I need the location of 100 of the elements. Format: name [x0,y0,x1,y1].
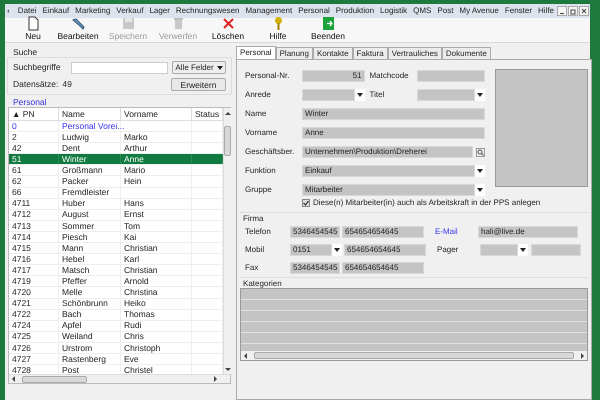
toolbar-button[interactable]: Hilfe [253,16,303,42]
table-row[interactable]: 2 Ludwig Marko [9,132,224,144]
table-row[interactable]: 66 Fremdleister [9,188,224,199]
area-code-field[interactable]: 5346454545 [290,226,340,238]
dropdown-arrow-icon [477,93,484,97]
menu-item[interactable]: Datei [14,5,40,17]
table-cell: 4727 [12,352,31,366]
email-link[interactable]: E-Mail [435,226,475,238]
table-row[interactable]: 4716 Hebel Karl [9,254,224,266]
restore-button[interactable] [568,6,578,16]
minimize-button[interactable] [557,6,567,16]
vertical-scrollbar[interactable] [223,108,232,374]
horizontal-scrollbar[interactable] [9,374,230,383]
table-row[interactable]: 0 Personal Vorei... [9,121,224,132]
menu-item[interactable]: Post [434,5,456,17]
table-row[interactable]: 4712 August Ernst [9,210,224,221]
scrollbar-thumb[interactable] [224,126,232,156]
table-row[interactable]: 61 Großmann Mario [9,165,224,176]
table-row[interactable]: 62 Packer Hein [9,176,224,188]
table-row[interactable]: 4717 Matsch Christian [9,265,224,276]
table-row[interactable]: 4714 Piesch Kai [9,232,224,244]
table-cell: 66 [12,186,22,199]
table-cell: Arnold [124,274,149,288]
table-cell: Hans [124,197,144,210]
tab[interactable]: Vertrauliches [388,47,442,59]
table-row[interactable]: 4720 Melle Christina [9,287,224,298]
table-cell: 4720 [12,286,31,299]
table-cell: 62 [12,175,22,188]
table-cell: Personal Vorei... [62,120,124,132]
expand-button[interactable]: Erweitern [171,78,226,91]
salutation-dropdown[interactable] [302,89,364,101]
menu-item[interactable]: Hilfe [534,5,557,17]
table-row[interactable]: 51 Winter Anne [9,154,224,166]
menu-item[interactable]: Logistik [377,5,410,17]
toolbar-button[interactable]: Löschen [203,16,253,42]
table-cell: 4721 [12,297,31,310]
toolbar-button[interactable]: Bearbeiten [53,16,103,42]
phone-number-field[interactable]: 654654654645 [342,262,424,274]
section-title: Firma [240,212,588,222]
table-row[interactable]: 4727 Rastenberg Eve [9,354,224,366]
menu-item[interactable]: Einkauf [39,5,72,17]
scroll-left-icon [243,352,248,358]
table-row[interactable]: 4715 Mann Christian [9,243,224,254]
table-row[interactable]: 4726 Urstrom Christoph [9,342,224,354]
matchcode-field[interactable] [417,70,485,82]
table-row[interactable]: 4725 Weiland Chris [9,332,224,343]
table-row[interactable]: 4719 Pfeffer Arnold [9,276,224,288]
menu-item[interactable]: Personal [295,5,333,17]
table-row[interactable]: 4721 Schönbrunn Heiko [9,298,224,310]
table-row[interactable]: 4722 Bach Thomas [9,310,224,321]
menu-item[interactable]: Marketing [72,5,114,17]
phone-number-field[interactable]: 654654654645 [342,226,424,238]
horizontal-scrollbar[interactable] [241,351,587,360]
business-area-field[interactable]: Unternehmen\Produktion\Dreherei [302,146,473,158]
menu-item[interactable]: Produktion [332,5,378,17]
column-header[interactable]: ▲ PN [9,108,59,120]
pager-number-field[interactable] [531,244,581,256]
table-cell: Winter [62,152,87,166]
email-field[interactable]: hali@live.de [478,226,578,238]
first-name-field[interactable]: Anne [302,127,485,139]
phone-number-field[interactable]: 654654654645 [344,244,426,256]
title-dropdown[interactable] [417,89,486,101]
scroll-right-icon [213,376,218,382]
menu-item[interactable]: Rechnungswesen [172,5,243,17]
table-row[interactable]: 4724 Apfel Rudi [9,320,224,332]
toolbar-button[interactable]: Neu [13,16,53,42]
menu-item[interactable]: Management [242,5,296,17]
column-header[interactable]: Name [59,108,121,120]
search-icon [476,148,485,156]
menu-item[interactable]: Fenster [502,5,535,17]
scrollbar-thumb[interactable] [254,352,574,359]
personnel-number-field[interactable]: 51 [302,70,364,82]
field-value: Mitarbeiter [305,184,343,196]
menu-item[interactable]: Lager [146,5,173,17]
section-title: Personal [12,96,48,107]
area-code-field[interactable]: 5346454545 [290,262,340,274]
tab[interactable]: Kontakte [312,47,353,59]
scope-dropdown[interactable]: Alle Felder [172,61,226,74]
pager-dropdown[interactable] [480,244,528,256]
checkbox[interactable] [302,198,310,206]
search-field[interactable] [71,62,168,74]
table-cell: Hein [124,175,142,188]
table-cell: Chris [124,330,144,344]
menu-item[interactable]: Verkauf [113,5,146,17]
dropdown-arrow-icon [217,66,223,70]
menu-item[interactable]: My Avenue [456,5,502,17]
table-cell: Rudi [124,319,142,332]
tab[interactable]: Dokumente [442,47,491,59]
scrollbar-thumb[interactable] [22,376,87,382]
menu-item[interactable]: QMS [410,5,434,17]
tab[interactable]: Personal [236,46,276,59]
table-row[interactable]: 4713 Sommer Tom [9,220,224,232]
toolbar-button[interactable]: Beenden [303,16,353,42]
table-cell: Christian [124,264,158,277]
tab[interactable]: Planung [276,47,313,59]
column-header[interactable]: Vorname [121,108,192,120]
name-field[interactable]: Winter [302,108,485,120]
tab[interactable]: Faktura [352,47,388,59]
close-button[interactable] [579,6,589,16]
table-row[interactable]: 4711 Huber Hans [9,198,224,210]
